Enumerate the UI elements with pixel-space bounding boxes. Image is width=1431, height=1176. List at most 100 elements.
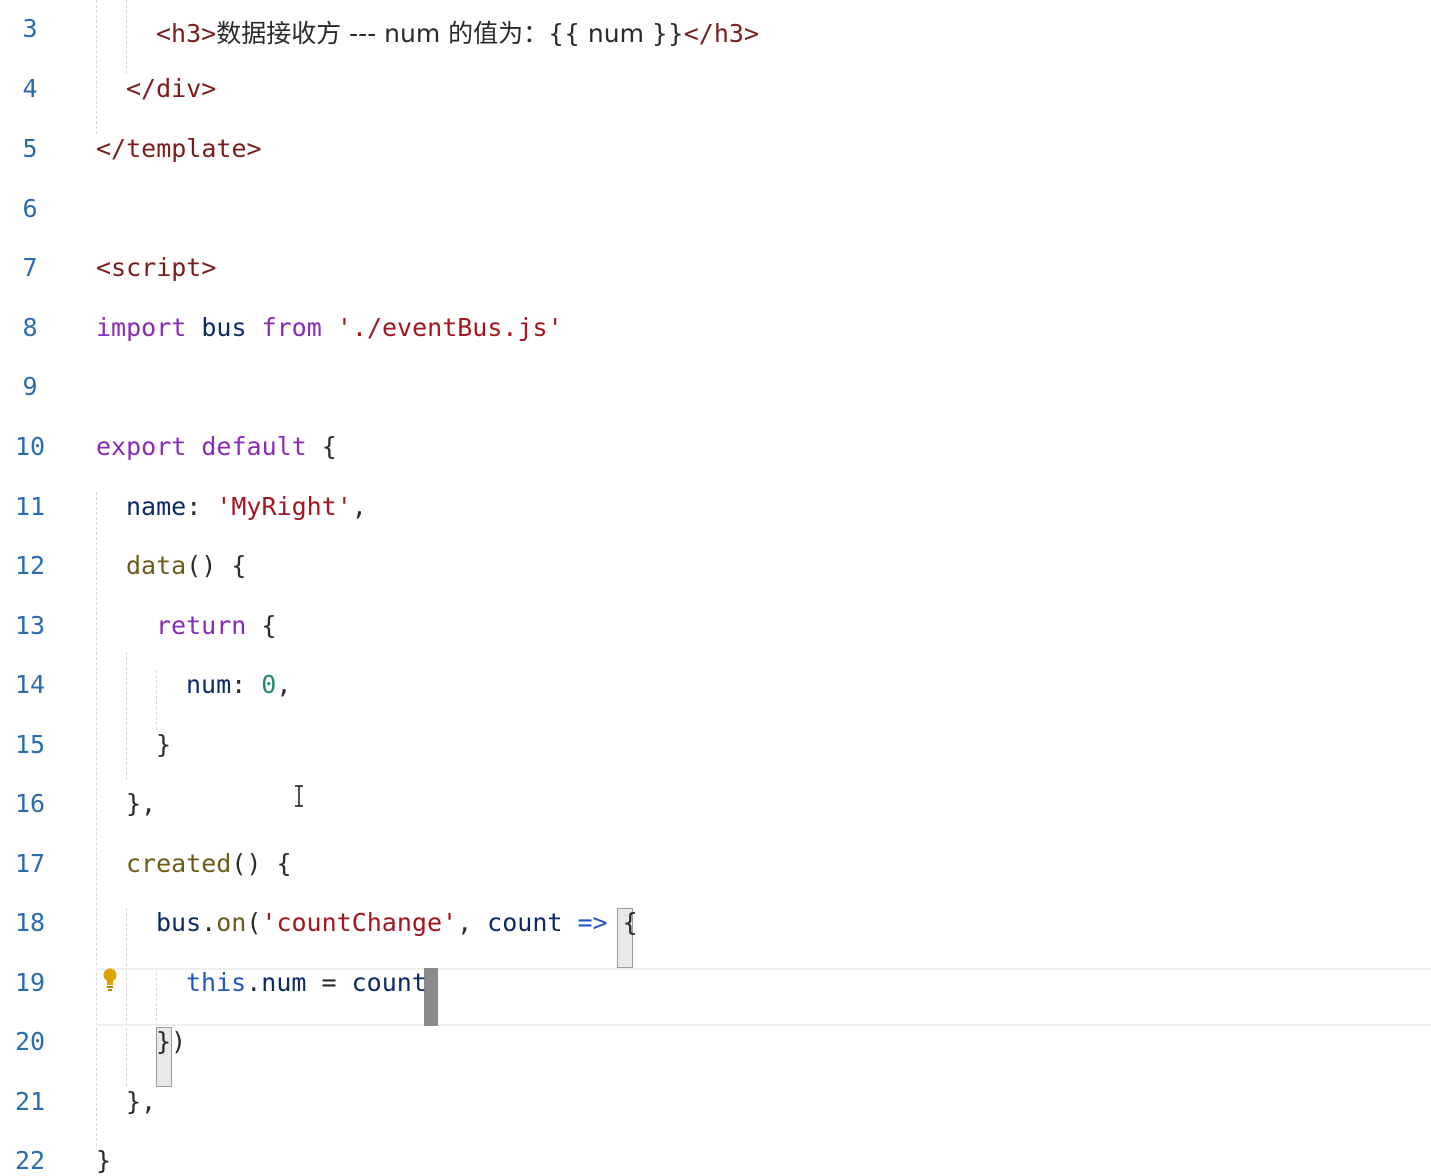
line-number: 17 <box>14 849 46 878</box>
code-text[interactable]: <h3>数据接收方 --- num 的值为：{{ num }}</h3> <box>156 14 759 50</box>
code-token-tag: <script> <box>96 253 217 282</box>
code-text[interactable]: }) <box>156 1027 186 1056</box>
code-token-punct <box>562 908 577 937</box>
code-line[interactable]: 4 </div> <box>0 60 1431 120</box>
code-line[interactable]: 9 <box>0 358 1431 418</box>
line-number: 13 <box>14 611 46 640</box>
line-number: 6 <box>22 194 38 223</box>
code-text[interactable]: this.num = count <box>186 968 427 997</box>
code-line[interactable]: 15} <box>0 716 1431 776</box>
line-number: 10 <box>14 432 46 461</box>
code-token-punct: } <box>96 1146 112 1175</box>
code-line[interactable]: 17 created() { <box>0 835 1431 895</box>
code-token-punct: ( <box>246 908 262 937</box>
code-token-keyword: return <box>156 611 247 640</box>
code-text[interactable]: </template> <box>96 134 262 163</box>
line-number: 3 <box>22 14 38 43</box>
code-text[interactable]: return { <box>156 611 276 640</box>
code-token-ident: name <box>126 492 187 521</box>
line-number: 14 <box>14 670 46 699</box>
code-line[interactable]: 21}, <box>0 1073 1431 1133</box>
code-text[interactable]: name: 'MyRight', <box>126 492 367 521</box>
code-token-ident: num <box>186 670 232 699</box>
code-text[interactable]: data() { <box>126 551 246 580</box>
lightbulb-icon[interactable] <box>103 968 117 992</box>
line-number: 19 <box>14 968 46 997</box>
code-token-punct: }, <box>126 789 157 818</box>
code-text[interactable]: num: 0, <box>186 670 291 699</box>
code-token-this: this <box>186 968 247 997</box>
code-line[interactable]: 12 data() { <box>0 537 1431 597</box>
code-token-func: data <box>126 551 187 580</box>
code-text[interactable]: </div> <box>126 74 216 103</box>
code-text[interactable]: }, <box>126 789 156 818</box>
code-line[interactable]: 19 this.num = count <box>0 954 1431 1014</box>
code-token-ident: bus <box>186 313 262 342</box>
code-line[interactable]: 14 num: 0, <box>0 656 1431 716</box>
code-token-func: created <box>126 849 232 878</box>
code-line[interactable]: 13 return { <box>0 597 1431 657</box>
code-token-punct: : <box>186 492 217 521</box>
line-number: 12 <box>14 551 46 580</box>
code-text[interactable]: created() { <box>126 849 292 878</box>
code-token-punct: , <box>457 908 488 937</box>
code-text[interactable]: } <box>96 1146 111 1175</box>
code-token-punct: = <box>306 968 352 997</box>
code-token-punct: }, <box>126 1087 157 1116</box>
line-number: 22 <box>14 1146 46 1175</box>
code-token-punct: . <box>201 908 217 937</box>
line-number: 21 <box>14 1087 46 1116</box>
code-token-tag: </div> <box>126 74 217 103</box>
code-text[interactable]: bus.on('countChange', count => { <box>156 908 638 937</box>
code-token-tag: <h3> <box>156 19 217 48</box>
code-token-punct: , <box>351 492 367 521</box>
code-token-string: 'countChange' <box>261 908 458 937</box>
code-line[interactable]: 10 export default { <box>0 418 1431 478</box>
code-token-punct: , <box>276 670 292 699</box>
code-token-punct: : <box>231 670 262 699</box>
code-line[interactable]: 16}, <box>0 775 1431 835</box>
code-token-punct: } <box>156 730 172 759</box>
code-token-tag: </h3> <box>683 19 759 48</box>
code-text[interactable]: export default { <box>96 432 337 461</box>
code-text[interactable]: }, <box>126 1087 156 1116</box>
line-number: 5 <box>22 134 38 163</box>
code-token-this: => <box>577 908 608 937</box>
code-line[interactable]: 5 </template> <box>0 120 1431 180</box>
code-token-punct: () { <box>186 551 247 580</box>
line-number: 11 <box>14 492 46 521</box>
line-number: 8 <box>22 313 38 342</box>
code-token-ident: bus <box>156 908 202 937</box>
code-token-ident: num <box>261 968 307 997</box>
code-token-string: './eventBus.js' <box>321 313 563 342</box>
code-line[interactable]: 22} <box>0 1132 1431 1176</box>
code-token-string: 'MyRight' <box>216 492 352 521</box>
code-line[interactable]: 20}) <box>0 1013 1431 1073</box>
code-token-ident: count <box>351 968 427 997</box>
code-line[interactable]: 3 <h3>数据接收方 --- num 的值为：{{ num }}</h3> <box>0 0 1431 60</box>
code-token-func: on <box>216 908 247 937</box>
code-token-ident: count <box>487 908 563 937</box>
code-line[interactable]: 18 bus.on('countChange', count => { <box>0 894 1431 954</box>
line-number: 7 <box>22 253 38 282</box>
code-line[interactable]: 11 name: 'MyRight', <box>0 478 1431 538</box>
code-token-punct: . <box>246 968 262 997</box>
code-token-punct: { <box>607 908 638 937</box>
code-text[interactable]: import bus from './eventBus.js' <box>96 313 563 342</box>
code-line[interactable]: 7 <script> <box>0 239 1431 299</box>
line-number: 20 <box>14 1027 46 1056</box>
code-token-keyword: from <box>261 313 322 342</box>
code-token-punct: { <box>306 432 337 461</box>
code-text[interactable]: } <box>156 730 171 759</box>
ibeam-cursor-icon <box>295 785 303 807</box>
code-text[interactable]: <script> <box>96 253 216 282</box>
code-line[interactable]: 8 import bus from './eventBus.js' <box>0 299 1431 359</box>
line-number: 16 <box>14 789 46 818</box>
line-number: 9 <box>22 372 38 401</box>
code-token-punct: }) <box>156 1027 187 1056</box>
code-line[interactable]: 6 <box>0 180 1431 240</box>
code-editor[interactable]: 3 <h3>数据接收方 --- num 的值为：{{ num }}</h3> 4 </… <box>0 0 1431 1176</box>
line-number: 4 <box>22 74 38 103</box>
code-token-punct <box>186 432 201 461</box>
line-number: 15 <box>14 730 46 759</box>
